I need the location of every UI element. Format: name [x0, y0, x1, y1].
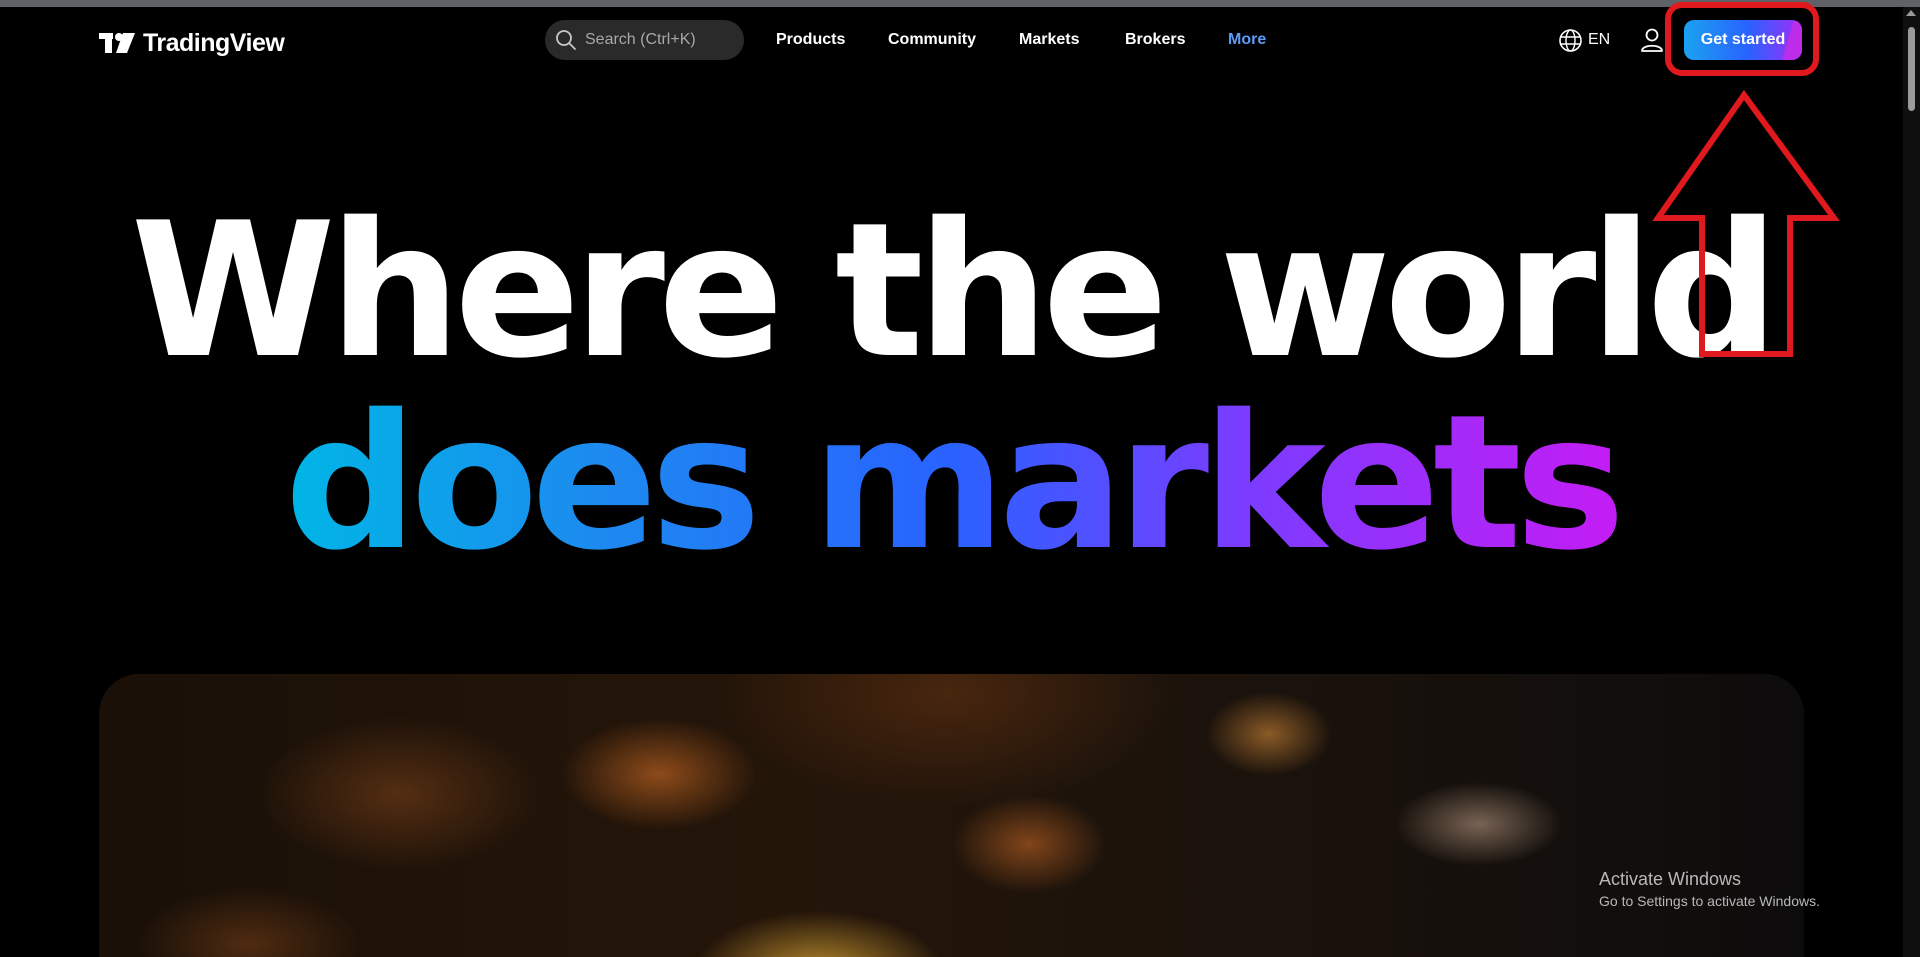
- watermark-subtitle: Go to Settings to activate Windows.: [1599, 893, 1820, 909]
- page: TradingView Search (Ctrl+K) Products Com…: [0, 0, 1920, 957]
- logo-link[interactable]: TradingView: [99, 27, 285, 59]
- nav-more[interactable]: More: [1228, 20, 1266, 60]
- scroll-up-icon[interactable]: [1906, 10, 1916, 16]
- hero-headline-line2-text: does markets: [284, 374, 1625, 591]
- nav-markets[interactable]: Markets: [1019, 20, 1079, 60]
- search-input[interactable]: Search (Ctrl+K): [545, 20, 744, 60]
- page-scrollbar[interactable]: [1903, 7, 1920, 957]
- browser-top-strip: [0, 0, 1920, 7]
- watermark-title: Activate Windows: [1599, 869, 1742, 889]
- get-started-button[interactable]: Get started: [1684, 20, 1802, 60]
- language-selector[interactable]: EN: [1588, 27, 1610, 53]
- os-activation-watermark: Activate Windows Go to Settings to activ…: [1599, 867, 1820, 911]
- hero-image-card: [99, 674, 1804, 957]
- hero-headline-line2: does markets: [0, 388, 1903, 578]
- nav-community[interactable]: Community: [888, 20, 976, 60]
- globe-icon[interactable]: [1558, 28, 1583, 53]
- logo-text: TradingView: [143, 28, 285, 57]
- scrollbar-thumb[interactable]: [1908, 27, 1915, 111]
- tradingview-logo-icon: [99, 33, 135, 53]
- get-started-label: Get started: [1700, 31, 1786, 48]
- search-placeholder: Search (Ctrl+K): [585, 31, 696, 48]
- search-icon: [556, 30, 576, 50]
- user-icon[interactable]: [1640, 27, 1664, 53]
- site-header: TradingView Search (Ctrl+K) Products Com…: [0, 7, 1903, 71]
- nav-products[interactable]: Products: [776, 20, 845, 60]
- nav-brokers[interactable]: Brokers: [1125, 20, 1185, 60]
- hero-headline-line1: Where the world: [130, 182, 1780, 399]
